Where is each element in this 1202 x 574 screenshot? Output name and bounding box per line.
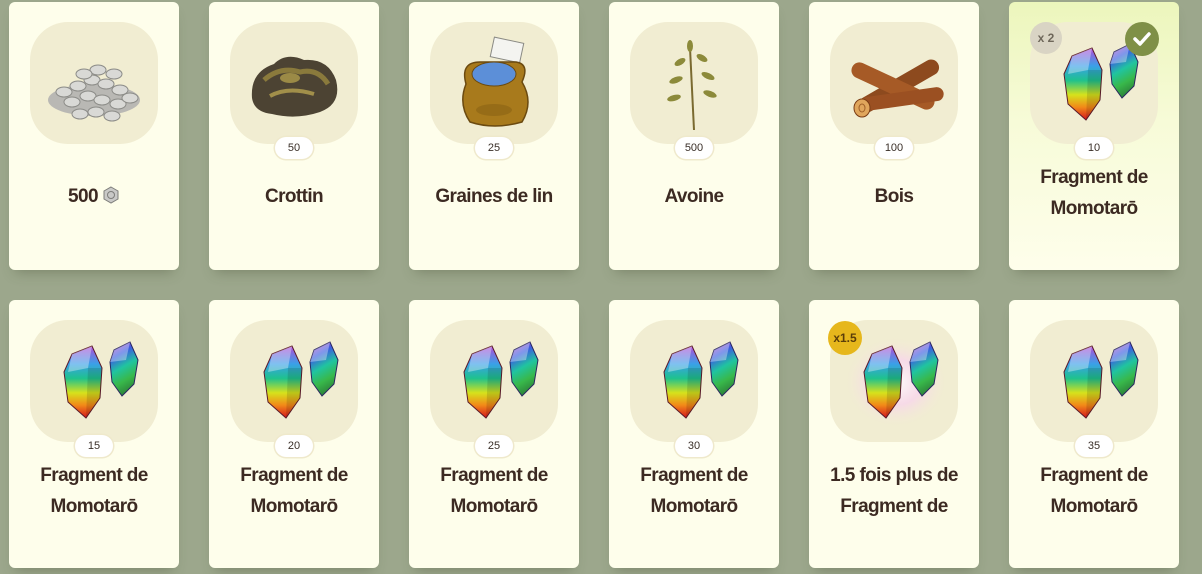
reward-card-fragment[interactable]: 35 Fragment de Momotarō bbox=[1009, 300, 1179, 568]
silver-coins-icon bbox=[48, 64, 140, 122]
reward-label: 1.5 fois plus de Fragment de bbox=[830, 465, 958, 517]
reward-label: Graines de lin bbox=[435, 186, 553, 207]
boost-badge: x1.5 bbox=[828, 321, 862, 355]
reward-label: 500 bbox=[17, 181, 171, 212]
reward-label: Fragment de Momotarō bbox=[440, 465, 548, 517]
quantity-badge: 25 bbox=[475, 435, 513, 457]
reward-card-fragment-boost[interactable]: x1.5 1.5 fois plus de Fragment de bbox=[809, 300, 979, 568]
multiplier-badge: x 2 bbox=[1030, 22, 1062, 54]
reward-card-silver-coins[interactable]: 500 bbox=[9, 2, 179, 270]
rainbow-crystal-icon bbox=[263, 341, 339, 419]
reward-card-graines-de-lin[interactable]: 25 Graines de lin bbox=[409, 2, 579, 270]
reward-label: Fragment de Momotarō bbox=[240, 465, 348, 517]
reward-card-fragment[interactable]: 20 Fragment de Momotarō bbox=[209, 300, 379, 568]
reward-label: Fragment de Momotarō bbox=[640, 465, 748, 517]
reward-label: Crottin bbox=[264, 186, 324, 207]
reward-label: Fragment de Momotarō bbox=[40, 465, 148, 517]
reward-card-bois[interactable]: 100 Bois bbox=[809, 2, 979, 270]
reward-label: Fragment de Momotarō bbox=[1040, 167, 1148, 219]
quantity-badge: 30 bbox=[675, 435, 713, 457]
reward-card-fragment-collected[interactable]: x 2 10 Fragment de Momotarō bbox=[1009, 2, 1179, 270]
reward-card-avoine[interactable]: 500 Avoine bbox=[609, 2, 779, 270]
rainbow-crystal-icon bbox=[1063, 341, 1139, 419]
checkmark-icon bbox=[1125, 22, 1159, 56]
reward-label: Avoine bbox=[664, 186, 724, 207]
rainbow-crystal-icon bbox=[663, 341, 739, 419]
quantity-badge: 20 bbox=[275, 435, 313, 457]
rainbow-crystal-icon bbox=[63, 341, 139, 419]
reward-card-fragment[interactable]: 30 Fragment de Momotarō bbox=[609, 300, 779, 568]
silver-coin-icon bbox=[103, 186, 119, 204]
quantity-badge: 10 bbox=[1075, 137, 1113, 159]
reward-label: Fragment de Momotarō bbox=[1040, 465, 1148, 517]
reward-label: Bois bbox=[874, 186, 914, 207]
seed-sack-icon bbox=[462, 36, 529, 127]
reward-card-fragment[interactable]: 25 Fragment de Momotarō bbox=[409, 300, 579, 568]
reward-card-crottin[interactable]: 50 Crottin bbox=[209, 2, 379, 270]
quantity-badge: 35 bbox=[1075, 435, 1113, 457]
quantity-badge: 500 bbox=[675, 137, 713, 159]
manure-icon bbox=[251, 56, 338, 117]
quantity-badge: 50 bbox=[275, 137, 313, 159]
quantity-badge: 25 bbox=[475, 137, 513, 159]
quantity-badge: 15 bbox=[75, 435, 113, 457]
quantity-badge: 100 bbox=[875, 137, 913, 159]
reward-card-fragment[interactable]: 15 Fragment de Momotarō bbox=[9, 300, 179, 568]
oat-plant-icon bbox=[667, 40, 717, 131]
rainbow-crystal-icon bbox=[463, 341, 539, 419]
wood-logs-icon bbox=[851, 59, 944, 118]
